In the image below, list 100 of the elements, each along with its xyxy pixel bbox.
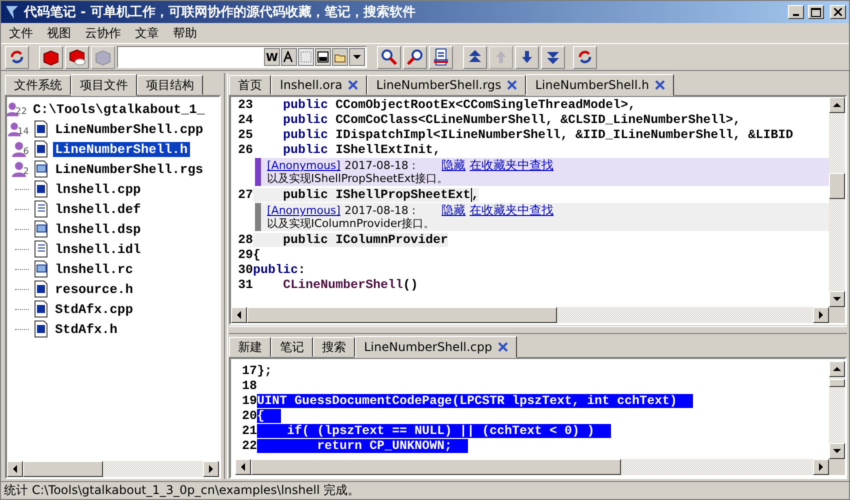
close-icon[interactable] <box>507 80 518 90</box>
tab[interactable]: 首页 <box>229 75 271 95</box>
tab[interactable]: 项目文件 <box>71 74 137 96</box>
close-icon[interactable] <box>498 342 508 352</box>
find-previous-icon <box>380 48 398 66</box>
scrollbar-corner <box>829 307 845 323</box>
left-triangle-icon <box>235 311 243 319</box>
author-link[interactable]: [Anonymous] <box>267 204 340 217</box>
line-number: 17 <box>240 364 257 378</box>
status-text: 统计 C:\Tools\gtalkabout_1_3_0p_cn\examples\lnshell 完成。 <box>4 482 360 499</box>
comment-link[interactable]: 在收藏夹中查找 <box>470 204 554 217</box>
tree-item[interactable]: LineNumberShell.rgs <box>53 162 206 176</box>
scroll-right-button[interactable] <box>813 459 829 475</box>
scrollbar-thumb[interactable] <box>247 307 557 323</box>
comment-link[interactable]: 隐藏 <box>442 204 466 217</box>
right-triangle-icon <box>207 465 215 473</box>
scroll-right-button[interactable] <box>203 461 219 477</box>
scroll-left-button[interactable] <box>231 307 247 323</box>
tree-item[interactable]: lnshell.cpp <box>53 182 143 196</box>
line-number: 20 <box>240 408 257 422</box>
menu-item[interactable]: 云协作 <box>79 24 127 42</box>
close-icon[interactable] <box>655 80 666 90</box>
toolbar-button[interactable] <box>463 46 487 68</box>
comment-link[interactable]: 隐藏 <box>442 159 466 172</box>
scroll-up-button[interactable] <box>829 97 845 113</box>
scroll-left-button[interactable] <box>235 459 251 475</box>
tree-item[interactable]: lnshell.dsp <box>53 222 143 236</box>
tree-item[interactable]: StdAfx.cpp <box>53 302 136 316</box>
dropdown-button[interactable] <box>349 48 365 66</box>
tree-item[interactable]: StdAfx.h <box>53 322 120 336</box>
toolbar-button[interactable] <box>541 46 565 68</box>
tab[interactable]: 搜索 <box>313 337 355 357</box>
tab[interactable]: LineNumberShell.h <box>526 74 674 96</box>
tree-item[interactable]: lnshell.idl <box>53 242 143 256</box>
regex-toggle[interactable] <box>298 48 314 66</box>
document-icon <box>33 240 49 258</box>
scrollbar-thumb[interactable] <box>23 461 103 477</box>
code-line: CLineNumberShell() <box>282 278 418 292</box>
scroll-left-button[interactable] <box>7 461 23 477</box>
scrollbar-thumb[interactable] <box>251 459 621 475</box>
menu-item[interactable]: 帮助 <box>167 24 203 42</box>
scrollbar-corner <box>829 459 845 475</box>
code-line: { <box>253 248 261 262</box>
tree-item[interactable]: LineNumberShell.h <box>53 142 190 156</box>
toolbar-button[interactable] <box>429 46 453 68</box>
tab[interactable]: LineNumberShell.rgs <box>367 75 526 95</box>
menu-item[interactable]: 文件 <box>3 24 39 42</box>
match-case-toggle[interactable] <box>281 48 297 66</box>
line-number: 27 <box>236 188 253 202</box>
up-triangle-icon <box>833 101 841 109</box>
menu-item[interactable]: 文章 <box>129 24 165 42</box>
tab[interactable]: lnshell.ora <box>271 75 368 95</box>
menu-item[interactable]: 视图 <box>41 24 77 42</box>
line-number: 31 <box>236 278 253 292</box>
tab[interactable]: 笔记 <box>271 337 313 357</box>
toolbar-button[interactable] <box>65 46 89 68</box>
toolbar-button[interactable] <box>377 46 401 68</box>
toolbar-button[interactable] <box>39 46 63 68</box>
scroll-down-button[interactable] <box>829 443 845 459</box>
line-number: 23 <box>236 98 253 112</box>
scrollbar-thumb[interactable] <box>829 173 845 199</box>
toolbar-button[interactable] <box>573 46 597 68</box>
tab[interactable]: 项目结构 <box>137 75 203 95</box>
tree-item[interactable]: C:\Tools\gtalkabout_1_ <box>31 102 207 116</box>
scroll-right-button[interactable] <box>813 307 829 323</box>
close-button[interactable] <box>830 5 846 19</box>
close-icon[interactable] <box>348 80 358 90</box>
comment-link[interactable]: 在收藏夹中查找 <box>470 159 554 172</box>
resource-file-icon <box>33 160 49 178</box>
line-number: 25 <box>236 128 253 142</box>
tab[interactable]: 新建 <box>229 337 271 357</box>
folder-toggle[interactable] <box>332 48 348 66</box>
author-link[interactable]: [Anonymous] <box>267 159 340 172</box>
scroll-down-button[interactable] <box>829 291 845 307</box>
line-number: 21 <box>240 424 257 438</box>
sync-icon <box>576 48 594 66</box>
tree-item[interactable]: LineNumberShell.cpp <box>53 122 206 136</box>
note-count: 22 <box>16 107 27 117</box>
header-file-icon <box>33 140 49 158</box>
scrollbar-thumb[interactable] <box>829 379 845 387</box>
search-field[interactable]: W <box>117 46 367 68</box>
line-number: 18 <box>240 378 257 392</box>
toolbar-button[interactable] <box>403 46 427 68</box>
scroll-up-button[interactable] <box>829 361 845 377</box>
comment-date: 2017-08-18 : <box>344 159 416 172</box>
toolbar-button[interactable] <box>5 46 29 68</box>
line-number: 26 <box>236 142 253 156</box>
whole-word-toggle[interactable]: W <box>264 48 280 66</box>
minimize-button[interactable] <box>788 5 804 19</box>
font-icon <box>283 51 295 63</box>
tab[interactable]: LineNumberShell.cpp <box>355 336 518 358</box>
tab[interactable]: 文件系统 <box>5 75 71 95</box>
tree-item[interactable]: resource.h <box>53 282 136 296</box>
tree-item[interactable]: lnshell.rc <box>53 262 136 276</box>
line-number: 28 <box>236 232 253 246</box>
note-count: 6 <box>23 147 29 157</box>
scope-toggle[interactable] <box>315 48 331 66</box>
toolbar-button[interactable] <box>515 46 539 68</box>
maximize-button[interactable] <box>808 5 824 19</box>
tree-item[interactable]: lnshell.def <box>53 202 143 216</box>
